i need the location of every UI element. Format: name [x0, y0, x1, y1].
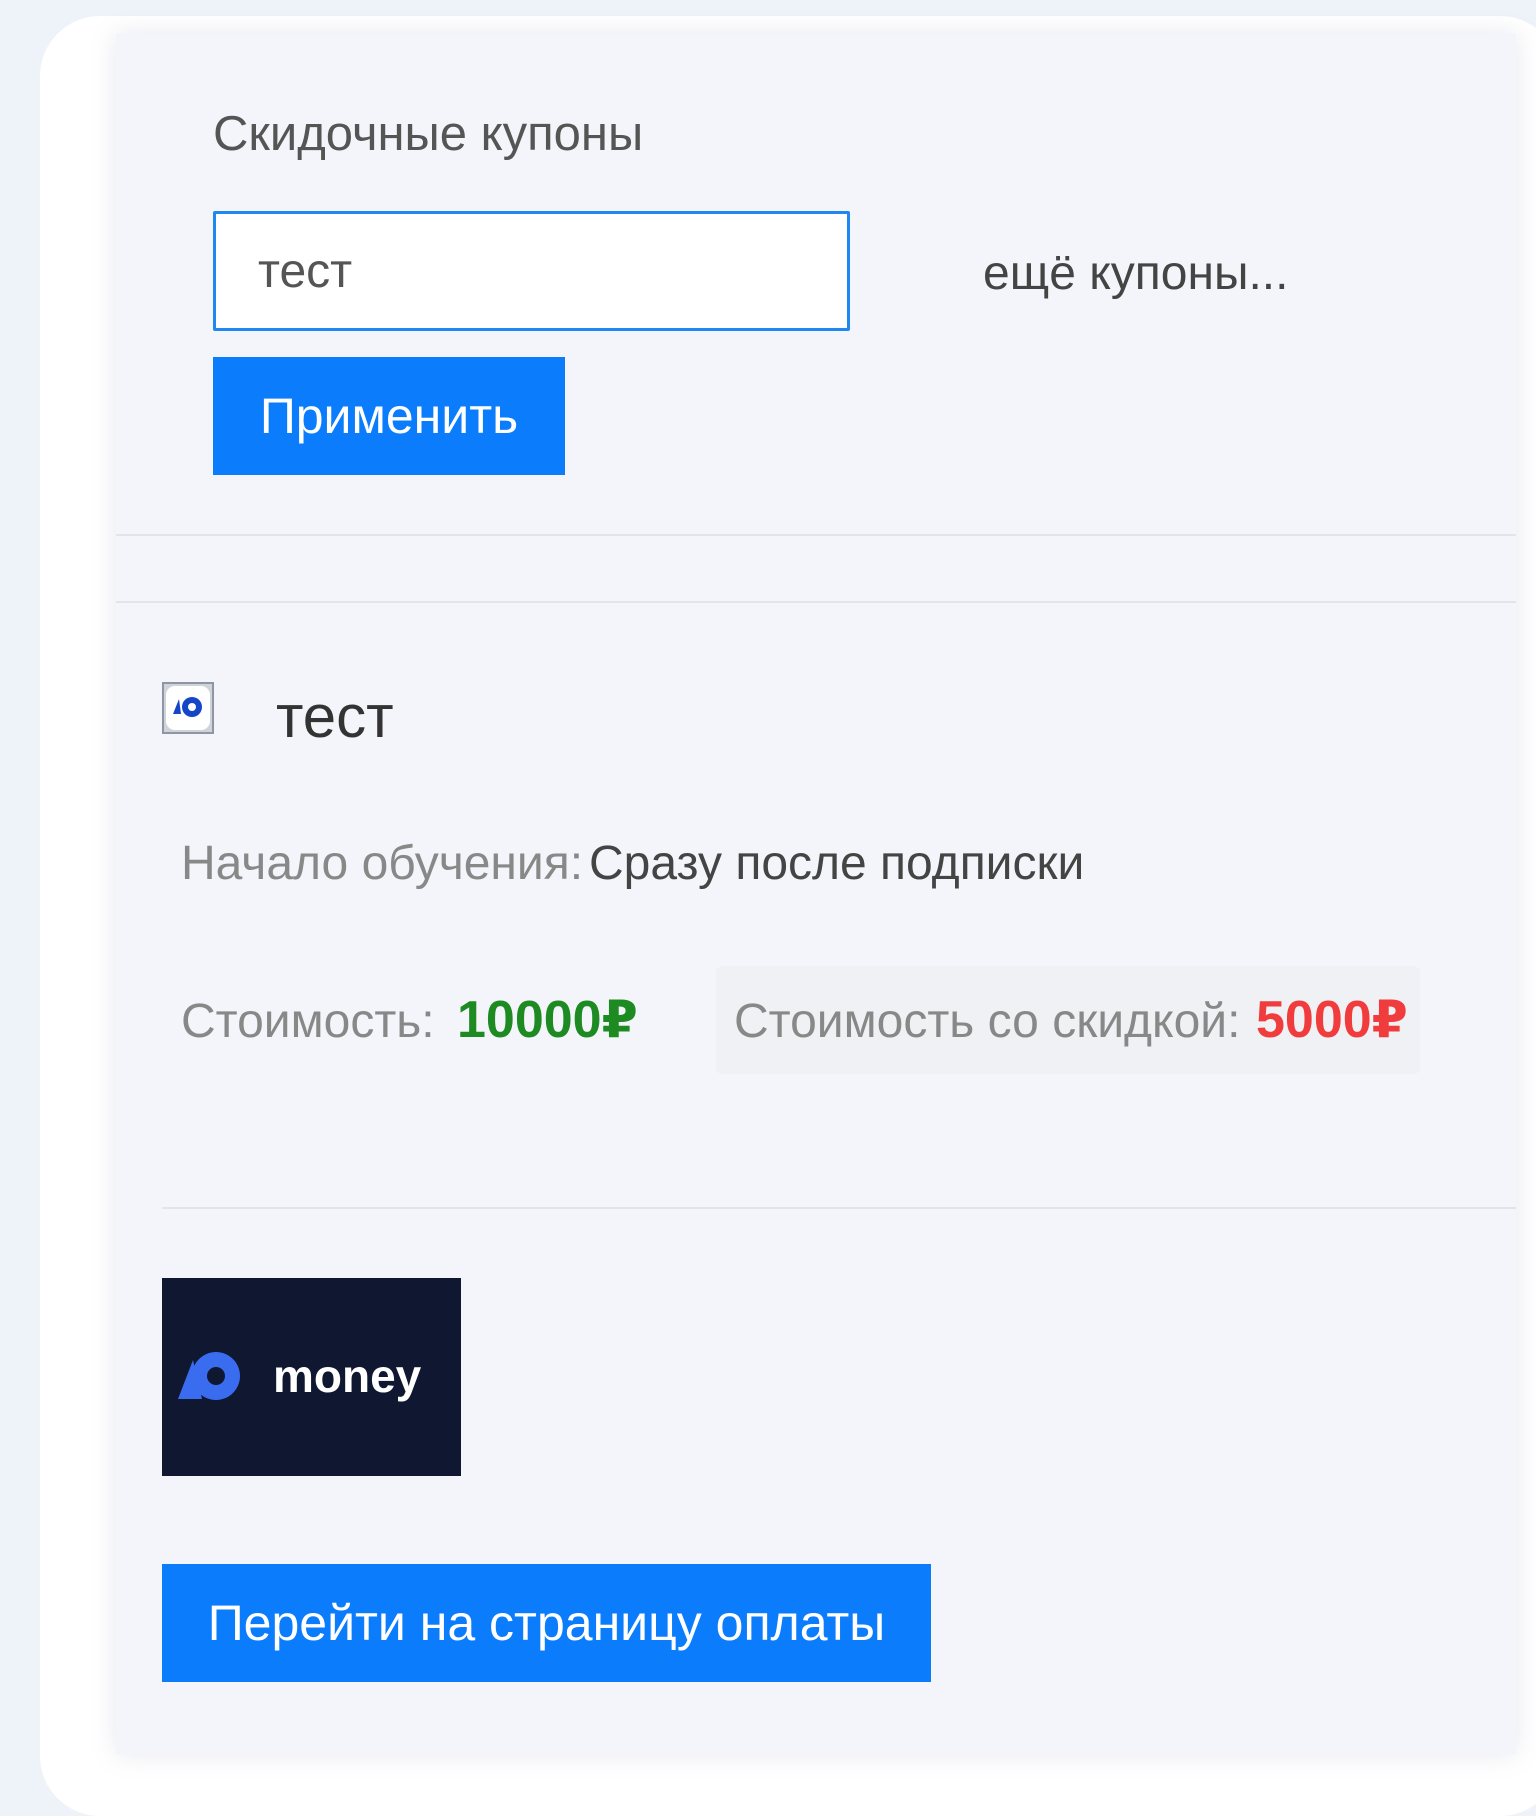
discount-label: Стоимость со скидкой: [734, 995, 1241, 1048]
payment-logo-text: money [273, 1350, 422, 1402]
go-to-payment-button[interactable]: Перейти на страницу оплаты [162, 1564, 931, 1682]
coupons-title: Скидочные купоны [213, 107, 644, 161]
divider [162, 1207, 1516, 1209]
divider [116, 601, 1516, 603]
coupon-input[interactable] [213, 211, 850, 331]
price-value: 10000₽ [457, 991, 638, 1049]
discount-value: 5000₽ [1256, 991, 1408, 1049]
divider [116, 534, 1516, 536]
yoomoney-logo-icon [162, 682, 214, 734]
course-title: тест [276, 683, 394, 750]
apply-coupon-button[interactable]: Применить [213, 357, 565, 475]
price-label: Стоимость: [181, 995, 435, 1048]
start-label: Начало обучения: [181, 837, 584, 890]
start-value: Сразу после подписки [589, 837, 1085, 890]
more-coupons-link[interactable]: ещё купоны... [983, 246, 1288, 301]
yoomoney-payment-logo[interactable]: money [162, 1278, 461, 1476]
